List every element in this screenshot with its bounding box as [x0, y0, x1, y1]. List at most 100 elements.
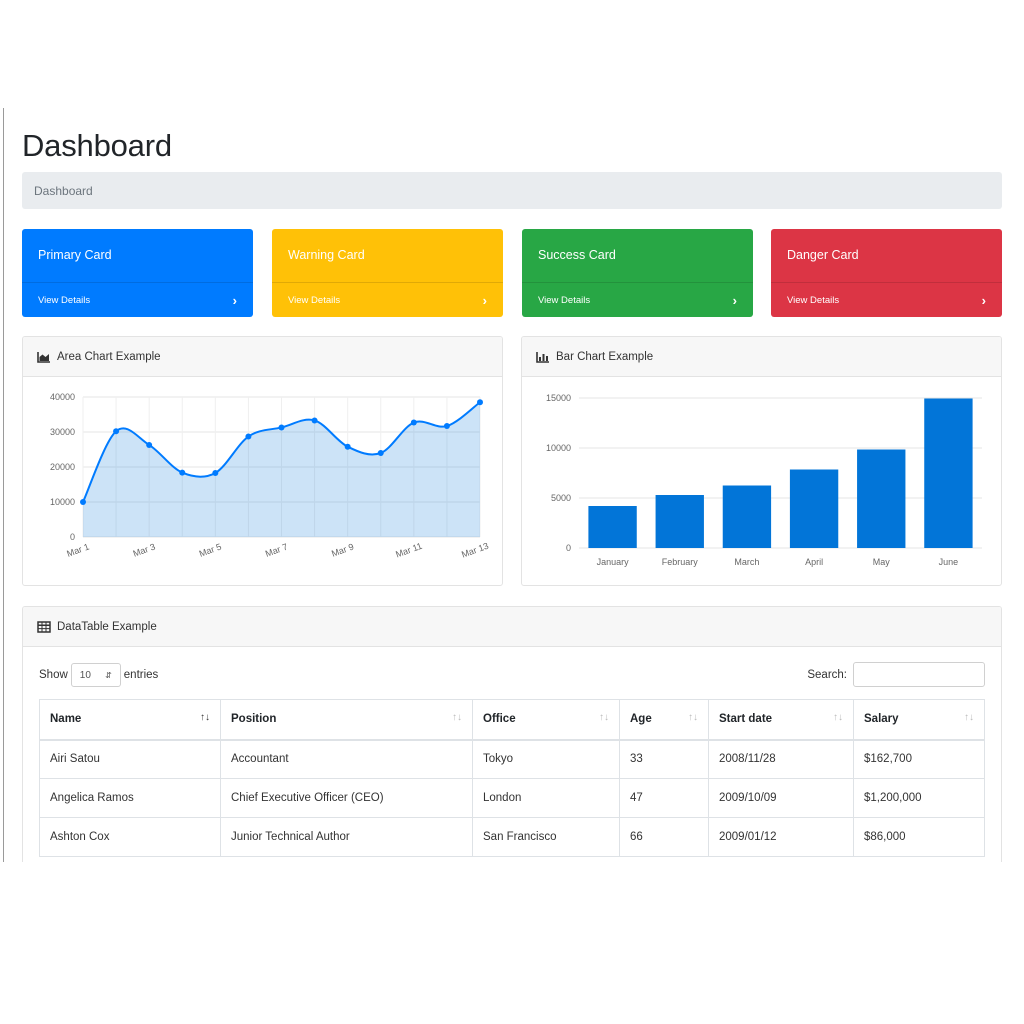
- show-label: Show: [39, 669, 68, 681]
- area-chart-icon: [37, 351, 50, 363]
- warning-card: Warning Card View Details ›: [272, 229, 503, 317]
- data-point: [179, 469, 186, 476]
- area-chart-header: Area Chart Example: [23, 337, 502, 377]
- column-header-label: Office: [483, 713, 516, 726]
- datatable-header: DataTable Example: [23, 607, 1001, 647]
- card-title: Primary Card: [38, 248, 112, 262]
- cell-position: Accountant: [220, 739, 473, 779]
- data-point: [245, 433, 252, 440]
- data-point: [146, 441, 153, 448]
- cell-position: Chief Executive Officer (CEO): [220, 778, 473, 818]
- view-details-label: View Details: [787, 294, 840, 306]
- chevron-right-icon: ›: [981, 292, 986, 308]
- column-header-label: Salary: [864, 713, 899, 726]
- data-point: [410, 419, 417, 426]
- cell-office: London: [472, 778, 620, 818]
- chevron-right-icon: ›: [482, 292, 487, 308]
- cell-position: Junior Technical Author: [220, 817, 473, 857]
- cell-salary: $86,000: [853, 817, 985, 857]
- area-chart-title: Area Chart Example: [57, 350, 161, 363]
- cell-age: 66: [619, 817, 709, 857]
- entries-select-value: 10: [79, 669, 91, 681]
- view-details-link[interactable]: View Details ›: [771, 282, 1002, 317]
- cell-salary: $162,700: [853, 739, 985, 779]
- area-chart: 0 10000 20000 30000 40000 Mar 1 Mar 3 Mar 5 Mar …: [50, 392, 490, 560]
- bar: [588, 506, 637, 548]
- table-row: Airi Satou Accountant Tokyo 33 2008/11/2…: [39, 739, 985, 779]
- y-tick-label: 5000: [551, 493, 571, 503]
- cell-office: San Francisco: [472, 817, 620, 857]
- view-details-link[interactable]: View Details ›: [522, 282, 753, 317]
- x-tick-label: Mar 13: [460, 541, 490, 560]
- column-header-age[interactable]: Age ↑↓: [619, 699, 709, 741]
- card-title: Warning Card: [288, 248, 365, 262]
- data-table: Name ↑↓ Position ↑↓ Office ↑↓ Age ↑↓ Sta…: [39, 699, 985, 857]
- x-tick-label: Mar 9: [330, 542, 355, 559]
- column-header-label: Position: [231, 713, 277, 726]
- card-title: Danger Card: [787, 248, 859, 262]
- search-label: Search:: [807, 668, 847, 681]
- y-tick-label: 0: [566, 543, 571, 553]
- breadcrumb-item[interactable]: Dashboard: [34, 184, 93, 198]
- sort-icon: ↑↓: [452, 712, 462, 723]
- table-row: Angelica Ramos Chief Executive Officer (…: [39, 778, 985, 818]
- view-details-label: View Details: [288, 294, 341, 306]
- danger-card: Danger Card View Details ›: [771, 229, 1002, 317]
- search-input[interactable]: [853, 662, 985, 687]
- y-tick-label: 0: [70, 532, 75, 542]
- success-card: Success Card View Details ›: [522, 229, 753, 317]
- cell-office: Tokyo: [472, 739, 620, 779]
- column-header-position[interactable]: Position ↑↓: [220, 699, 473, 741]
- view-details-label: View Details: [538, 294, 591, 306]
- chevron-right-icon: ›: [732, 292, 737, 308]
- primary-card: Primary Card View Details ›: [22, 229, 253, 317]
- data-point: [311, 417, 318, 424]
- view-details-link[interactable]: View Details ›: [22, 282, 253, 317]
- data-point: [443, 423, 450, 430]
- x-tick-label: June: [939, 557, 959, 567]
- bar-chart-header: Bar Chart Example: [522, 337, 1001, 377]
- y-tick-label: 15000: [546, 393, 571, 403]
- summary-cards: Primary Card View Details › Warning Card…: [22, 229, 1002, 317]
- table-row: Ashton Cox Junior Technical Author San F…: [39, 817, 985, 857]
- x-tick-label: Mar 7: [264, 542, 289, 559]
- bar: [924, 398, 973, 548]
- column-header-name[interactable]: Name ↑↓: [39, 699, 221, 741]
- bar: [655, 495, 704, 548]
- cell-age: 33: [619, 739, 709, 779]
- table-icon: [37, 620, 51, 633]
- card-title: Success Card: [538, 248, 616, 262]
- x-tick-label: April: [805, 557, 823, 567]
- entries-select[interactable]: 10 ⇵: [70, 663, 121, 687]
- datatable-card: DataTable Example Show 10 ⇵ entries Sear…: [22, 606, 1002, 862]
- breadcrumb: Dashboard: [22, 172, 1002, 209]
- bar-chart-card: Bar Chart Example 0 5000 10000 15000 January…: [521, 336, 1002, 586]
- bar: [789, 469, 839, 548]
- y-tick-label: 30000: [50, 427, 75, 437]
- data-point: [477, 399, 483, 406]
- sort-icon: ↑↓: [599, 712, 609, 723]
- view-details-link[interactable]: View Details ›: [272, 282, 503, 317]
- entries-length-control: Show 10 ⇵ entries: [39, 663, 158, 687]
- column-header-label: Age: [630, 713, 652, 726]
- bar: [857, 449, 906, 548]
- column-header-start-date[interactable]: Start date ↑↓: [708, 699, 854, 741]
- data-point: [278, 424, 285, 431]
- data-point: [212, 469, 219, 476]
- x-tick-label: February: [662, 557, 699, 567]
- x-tick-label: Mar 3: [132, 542, 157, 559]
- y-tick-label: 10000: [50, 497, 75, 507]
- column-header-salary[interactable]: Salary ↑↓: [853, 699, 985, 741]
- bar-chart-icon: [536, 351, 549, 363]
- cell-salary: $1,200,000: [853, 778, 985, 818]
- sidebar-border: [3, 108, 4, 862]
- page-title: Dashboard: [22, 128, 172, 163]
- cell-name: Angelica Ramos: [39, 778, 221, 818]
- column-header-office[interactable]: Office ↑↓: [472, 699, 620, 741]
- cell-start-date: 2009/01/12: [708, 817, 854, 857]
- search-control: Search:: [807, 662, 985, 687]
- datatable-title: DataTable Example: [57, 620, 157, 633]
- cell-name: Airi Satou: [39, 739, 221, 779]
- y-tick-label: 20000: [50, 462, 75, 472]
- column-header-label: Name: [50, 713, 82, 726]
